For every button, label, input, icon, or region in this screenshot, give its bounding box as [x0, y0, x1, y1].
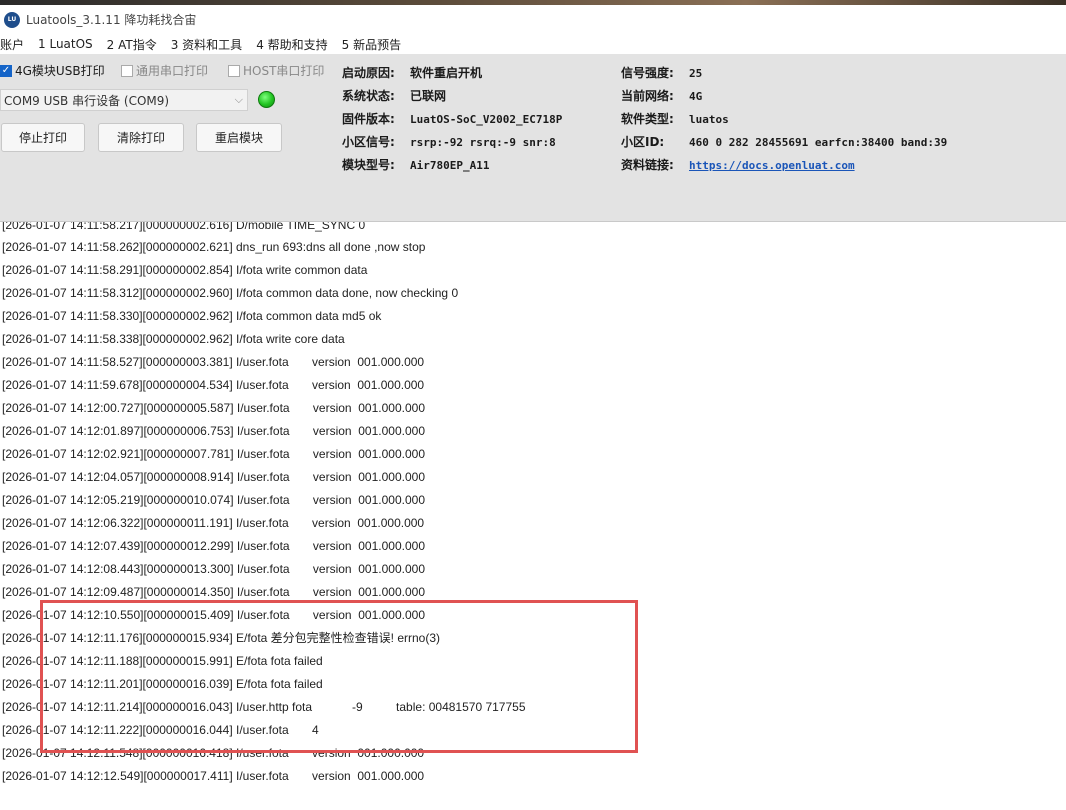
control-panel: ✓ 4G模块USB打印 通用串口打印 HOST串口打印 COM9 USB 串行设…: [0, 54, 1066, 222]
module-model: 模块型号: Air780EP_A11: [342, 158, 490, 172]
docs-link: 资料链接: https://docs.openluat.com: [621, 158, 855, 172]
connection-status-icon: [258, 91, 275, 108]
log-line: [2026-01-07 14:11:58.338][000000002.962]…: [2, 332, 345, 346]
log-line: [2026-01-07 14:12:05.219][000000010.074]…: [2, 493, 425, 507]
log-line: [2026-01-07 14:11:58.291][000000002.854]…: [2, 263, 368, 277]
host-print-checkbox[interactable]: HOST串口打印: [228, 62, 324, 79]
log-line: [2026-01-07 14:12:12.549][000000017.411]…: [2, 769, 425, 783]
log-line: [2026-01-07 14:11:58.312][000000002.960]…: [2, 286, 459, 300]
docs-link-url[interactable]: https://docs.openluat.com: [689, 159, 855, 172]
serial-print-checkbox[interactable]: 通用串口打印: [121, 62, 208, 79]
menu-resources[interactable]: 3 资料和工具: [171, 36, 242, 53]
system-state: 系统状态: 已联网: [342, 89, 447, 103]
luatools-icon: LU: [4, 11, 20, 28]
log-line: [2026-01-07 14:11:58.330][000000002.962]…: [2, 309, 382, 323]
usb-print-checkbox[interactable]: ✓ 4G模块USB打印: [0, 62, 105, 79]
clear-print-button[interactable]: 清除打印: [98, 123, 184, 152]
menu-bar: 账户 1 LuatOS 2 AT指令 3 资料和工具 4 帮助和支持 5 新品预…: [0, 34, 1066, 54]
menu-luatos[interactable]: 1 LuatOS: [38, 37, 93, 51]
menu-at[interactable]: 2 AT指令: [107, 36, 157, 53]
checkbox-empty-icon: [228, 64, 240, 77]
log-line: [2026-01-07 14:12:01.897][000000006.753]…: [2, 424, 425, 438]
log-line: [2026-01-07 14:11:59.678][000000004.534]…: [2, 378, 425, 392]
log-line: [2026-01-07 14:12:06.322][000000011.191]…: [2, 516, 425, 530]
menu-help[interactable]: 4 帮助和支持: [256, 36, 327, 53]
log-line: [2026-01-07 14:11:58.217][000000002.616]…: [2, 222, 366, 232]
title-bar: LU Luatools_3.1.11 降功耗找合宙: [0, 5, 1066, 34]
log-line: [2026-01-07 14:12:00.727][000000005.587]…: [2, 401, 425, 415]
cell-signal: 小区信号: rsrp:-92 rsrq:-9 snr:8: [342, 135, 556, 149]
boot-reason: 启动原因: 软件重启开机: [342, 66, 483, 80]
error-highlight-box: [40, 600, 638, 753]
signal-strength: 信号强度: 25: [621, 66, 703, 80]
current-network: 当前网络: 4G: [621, 89, 703, 103]
log-line: [2026-01-07 14:11:58.262][000000002.621]…: [2, 240, 426, 254]
log-line: [2026-01-07 14:12:02.921][000000007.781]…: [2, 447, 425, 461]
menu-new-products[interactable]: 5 新品预告: [342, 36, 401, 53]
log-line: [2026-01-07 14:11:58.527][000000003.381]…: [2, 355, 425, 369]
port-select[interactable]: COM9 USB 串行设备 (COM9) ⌵: [0, 89, 248, 111]
stop-print-button[interactable]: 停止打印: [1, 123, 85, 152]
checkmark-icon: ✓: [0, 64, 12, 77]
window-title: Luatools_3.1.11 降功耗找合宙: [26, 13, 197, 27]
log-line: [2026-01-07 14:12:07.439][000000012.299]…: [2, 539, 425, 553]
chevron-down-icon: ⌵: [234, 93, 243, 106]
log-line: [2026-01-07 14:12:08.443][000000013.300]…: [2, 562, 425, 576]
firmware-version: 固件版本: LuatOS-SoC_V2002_EC718P: [342, 112, 563, 126]
log-line: [2026-01-07 14:12:04.057][000000008.914]…: [2, 470, 425, 484]
software-type: 软件类型: luatos: [621, 112, 729, 126]
menu-account[interactable]: 账户: [0, 36, 24, 53]
cell-id: 小区ID: 460 0 282 28455691 earfcn:38400 ban…: [621, 135, 948, 149]
checkbox-empty-icon: [121, 64, 133, 77]
restart-module-button[interactable]: 重启模块: [196, 123, 282, 152]
